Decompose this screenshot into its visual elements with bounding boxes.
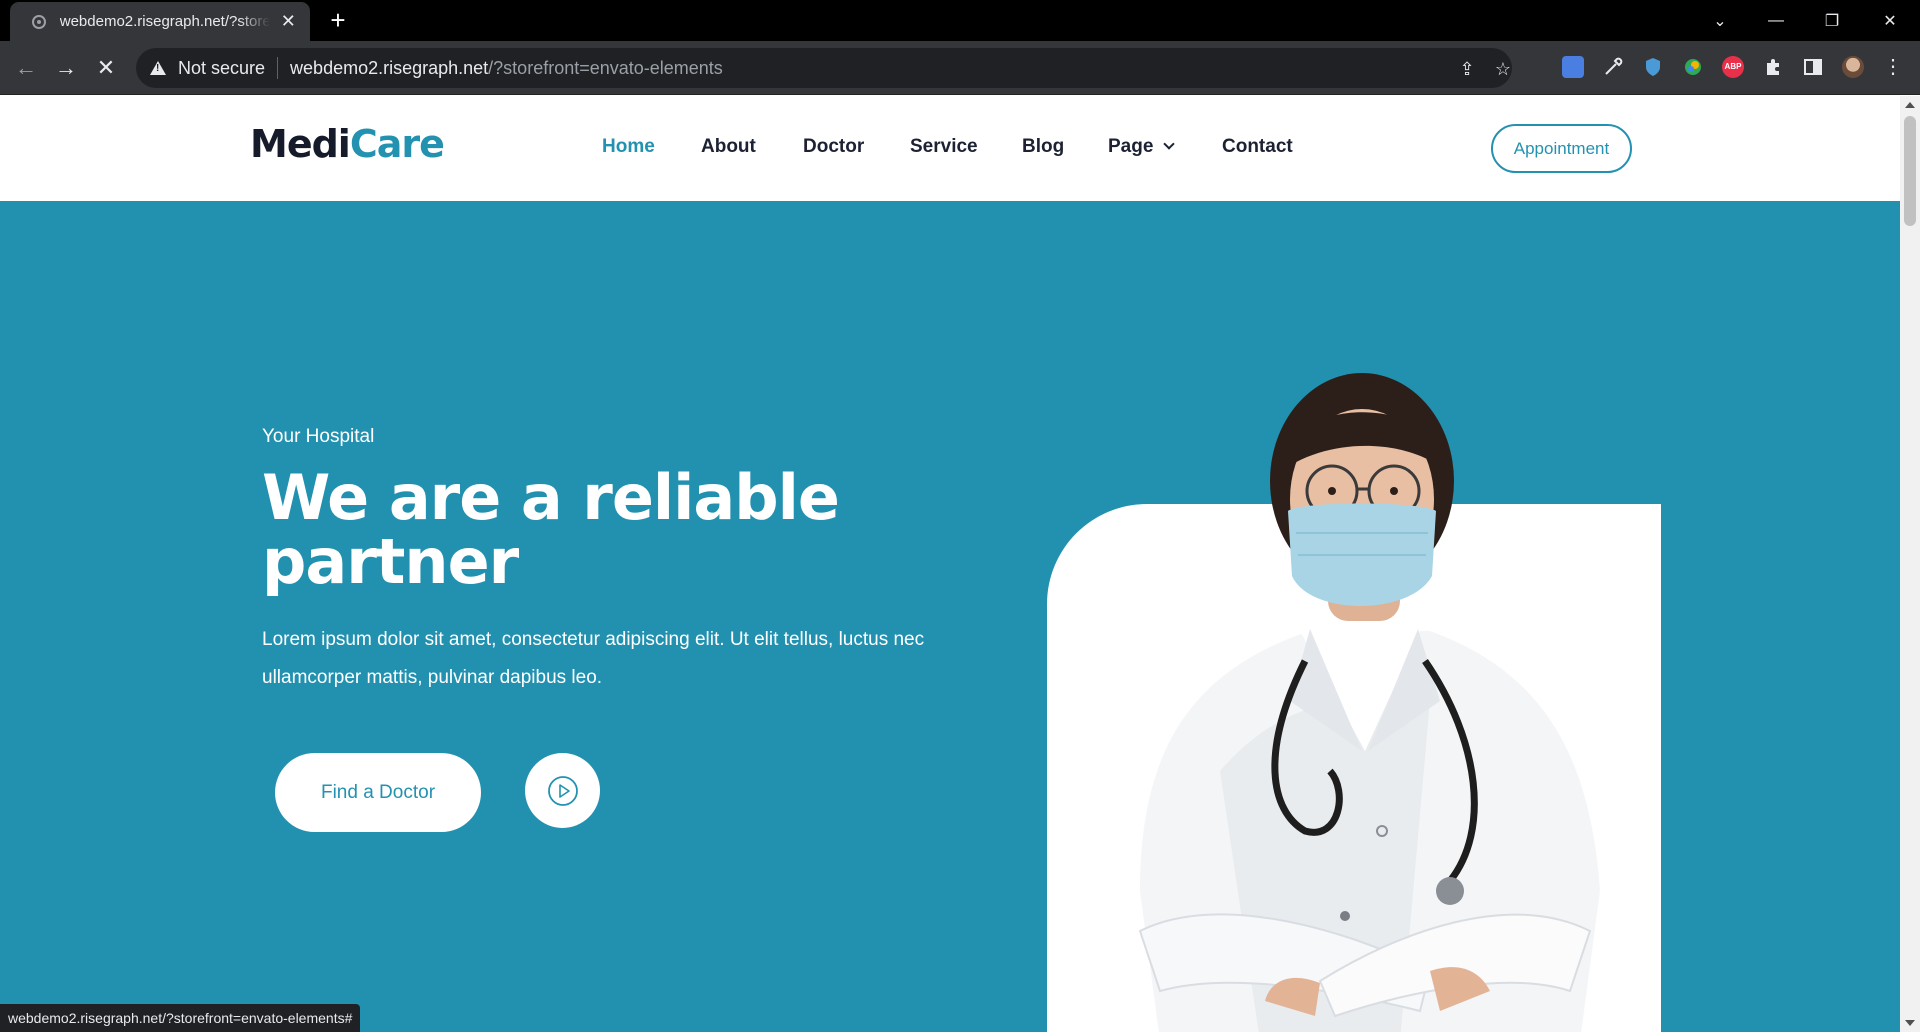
nav-contact[interactable]: Contact [1222, 136, 1293, 158]
url-path[interactable]: /?storefront=envato-elements [488, 58, 723, 79]
profile-avatar[interactable] [1842, 56, 1864, 78]
puzzle-extensions-icon[interactable] [1762, 56, 1784, 78]
site-header: MediCare Home About Doctor Service Blog … [0, 96, 1900, 201]
url-host[interactable]: webdemo2.risegraph.net [290, 58, 488, 79]
link-status-bar: webdemo2.risegraph.net/?storefront=envat… [0, 1004, 361, 1032]
logo-part-medi: Medi [250, 122, 351, 166]
security-status[interactable]: Not secure [178, 58, 265, 79]
scrollbar-thumb[interactable] [1904, 116, 1916, 226]
nav-doctor[interactable]: Doctor [803, 136, 864, 158]
hero-eyebrow: Your Hospital [262, 426, 375, 447]
nav-blog[interactable]: Blog [1022, 136, 1064, 158]
page-scrollbar[interactable] [1900, 96, 1920, 1032]
restore-window-button[interactable]: ❐ [1804, 0, 1860, 41]
find-a-doctor-button[interactable]: Find a Doctor [275, 753, 481, 832]
doctor-photo [1138, 373, 1600, 1032]
omnibox-divider [277, 57, 279, 79]
tab-close-icon[interactable]: ✕ [278, 11, 298, 32]
site-logo[interactable]: MediCare [250, 122, 445, 166]
web-page: MediCare Home About Doctor Service Blog … [0, 96, 1900, 1032]
minimize-window-button[interactable]: — [1748, 0, 1804, 41]
adblock-extension-icon[interactable]: ABP [1722, 56, 1744, 78]
sidepanel-icon[interactable] [1802, 56, 1824, 78]
stop-loading-button[interactable]: ✕ [90, 52, 122, 84]
address-bar[interactable]: Not secure webdemo2.risegraph.net /?stor… [136, 48, 1512, 88]
colorful-extension-icon[interactable] [1682, 56, 1704, 78]
scroll-down-arrow-icon[interactable] [1905, 1020, 1915, 1026]
new-tab-button[interactable]: + [324, 6, 352, 34]
nav-home[interactable]: Home [602, 136, 655, 158]
browser-tab[interactable]: webdemo2.risegraph.net/?storefront=envat… [10, 2, 310, 41]
nav-about[interactable]: About [701, 136, 756, 158]
translate-extension-icon[interactable] [1562, 56, 1584, 78]
shield-extension-icon[interactable] [1642, 56, 1664, 78]
browser-toolbar: ← → ✕ Not secure webdemo2.risegraph.net … [0, 41, 1920, 95]
browser-menu-icon[interactable]: ⋮ [1882, 56, 1904, 78]
play-icon [547, 775, 578, 806]
hero-description: Lorem ipsum dolor sit amet, consectetur … [262, 629, 925, 688]
loading-favicon-icon [32, 14, 46, 29]
browser-tab-strip: webdemo2.risegraph.net/?storefront=envat… [0, 0, 1920, 41]
nav-service[interactable]: Service [910, 136, 978, 158]
nav-page-dropdown[interactable]: Page [1108, 136, 1176, 158]
eyedropper-extension-icon[interactable] [1602, 56, 1624, 78]
play-video-button[interactable] [525, 753, 600, 828]
chevron-down-icon [1163, 138, 1176, 150]
tab-title: webdemo2.risegraph.net/?storefront=envat… [59, 13, 271, 30]
share-icon[interactable]: ⇪ [1456, 58, 1478, 80]
appointment-button[interactable]: Appointment [1491, 124, 1632, 173]
logo-part-care: Care [349, 122, 445, 166]
scroll-up-arrow-icon[interactable] [1905, 102, 1915, 108]
forward-button[interactable]: → [50, 52, 82, 84]
tab-search-dropdown-icon[interactable]: ⌄ [1692, 0, 1748, 41]
hero-headline: We are a reliable partner [262, 461, 840, 598]
bookmark-star-icon[interactable]: ☆ [1492, 58, 1514, 80]
close-window-button[interactable]: ✕ [1862, 0, 1918, 41]
warning-icon[interactable] [150, 61, 166, 75]
back-button[interactable]: ← [10, 52, 42, 84]
hero-section: Your Hospital We are a reliable partner … [0, 201, 1900, 1032]
nav-page-label: Page [1108, 136, 1154, 157]
